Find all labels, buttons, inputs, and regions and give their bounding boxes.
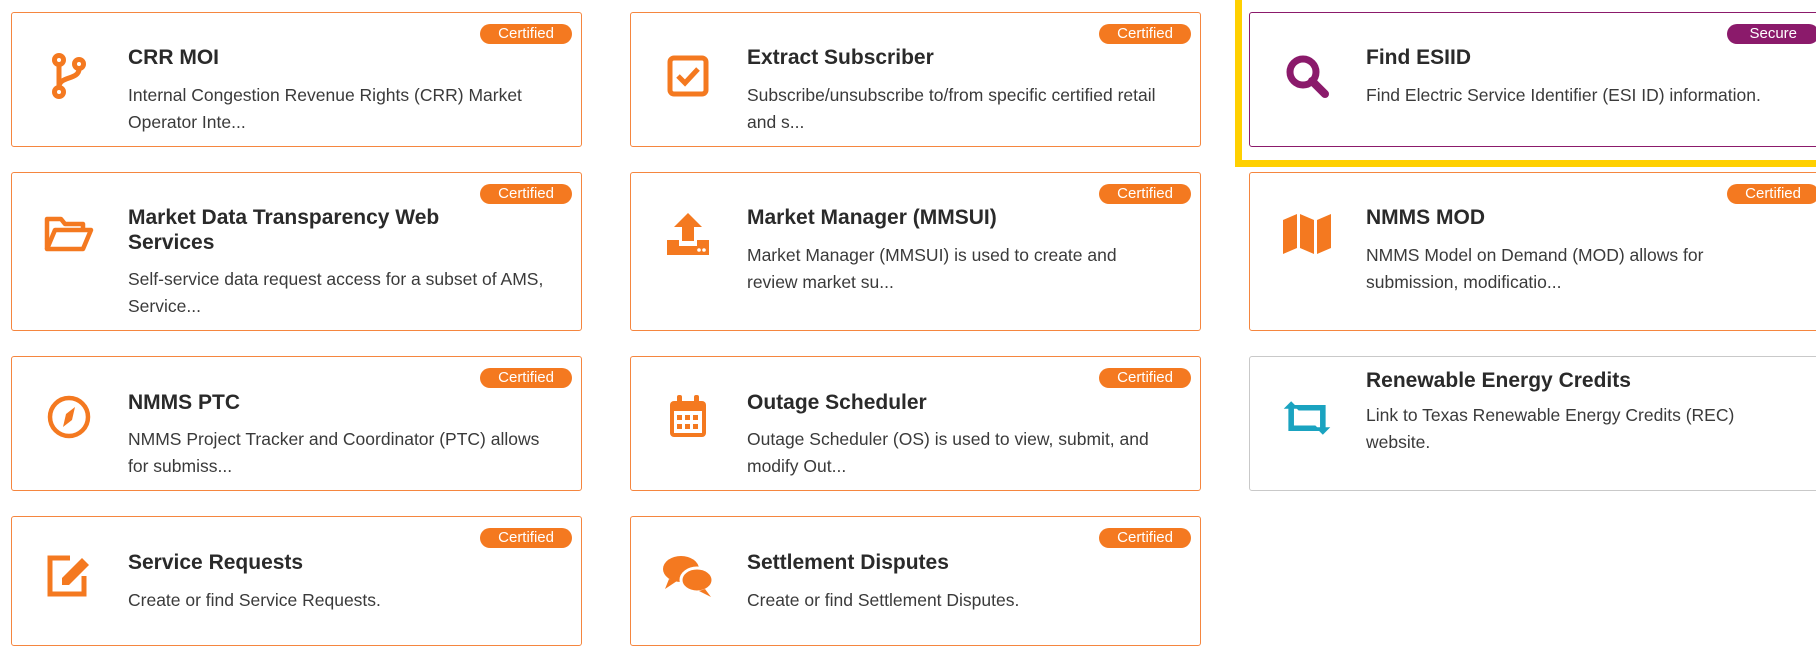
compass-icon <box>42 390 96 444</box>
comments-icon <box>661 549 715 603</box>
card-nmms-ptc[interactable]: Certified NMMS PTC NMMS Project Tracker … <box>11 356 582 491</box>
certified-badge: Certified <box>1099 368 1191 388</box>
card-settlement-disputes[interactable]: Certified Settlement Disputes Create or … <box>630 516 1201 646</box>
card-service-requests[interactable]: Certified Service Requests Create or fin… <box>11 516 582 646</box>
card-description: Outage Scheduler (OS) is used to view, s… <box>747 429 1149 476</box>
card-market-data-transparency[interactable]: Certified Market Data Transparency Web S… <box>11 172 582 331</box>
card-description: Market Manager (MMSUI) is used to create… <box>747 245 1117 292</box>
checkbox-icon <box>661 49 715 103</box>
certified-badge: Certified <box>480 24 572 44</box>
card-title: CRR MOI <box>128 46 219 69</box>
certified-badge: Certified <box>1099 184 1191 204</box>
card-description: Create or find Service Requests. <box>128 590 381 610</box>
card-title: NMMS MOD <box>1366 206 1485 229</box>
card-description: Link to Texas Renewable Energy Credits (… <box>1366 405 1735 452</box>
card-extract-subscriber[interactable]: Certified Extract Subscriber Subscribe/u… <box>630 12 1201 147</box>
certified-badge: Certified <box>1727 184 1816 204</box>
certified-badge: Certified <box>480 368 572 388</box>
card-description: Find Electric Service Identifier (ESI ID… <box>1366 85 1761 105</box>
certified-badge: Certified <box>480 184 572 204</box>
certified-badge: Certified <box>1099 24 1191 44</box>
card-title: Outage Scheduler <box>747 391 927 414</box>
card-title: Service Requests <box>128 551 304 574</box>
card-outage-scheduler[interactable]: Certified Outage Scheduler Outage Schedu… <box>630 356 1201 491</box>
map-icon <box>1280 207 1334 261</box>
card-title: Market Manager (MMSUI) <box>747 206 997 229</box>
secure-badge: Secure <box>1727 24 1816 44</box>
card-description: Self-service data request access for a s… <box>128 269 544 316</box>
card-market-manager[interactable]: Certified Market Manager (MMSUI) Market … <box>630 172 1201 331</box>
card-description: Subscribe/unsubscribe to/from specific c… <box>747 85 1156 132</box>
card-description: NMMS Project Tracker and Coordinator (PT… <box>128 429 540 476</box>
card-nmms-mod[interactable]: Certified NMMS MOD NMMS Model on Demand … <box>1249 172 1816 331</box>
card-title: Market Data Transparency Web Services <box>128 206 440 254</box>
card-description: NMMS Model on Demand (MOD) allows for su… <box>1366 245 1704 292</box>
edit-icon <box>42 549 96 603</box>
card-title: Renewable Energy Credits <box>1366 369 1631 392</box>
card-title: Find ESIID <box>1366 46 1471 69</box>
upload-icon <box>661 207 715 261</box>
card-description: Internal Congestion Revenue Rights (CRR)… <box>128 85 522 132</box>
card-title: NMMS PTC <box>128 391 240 414</box>
branch-icon <box>42 49 96 103</box>
certified-badge: Certified <box>1099 528 1191 548</box>
card-renewable-energy-credits[interactable]: Renewable Energy Credits Link to Texas R… <box>1249 356 1816 491</box>
search-icon <box>1280 49 1334 103</box>
retweet-icon <box>1280 391 1334 445</box>
card-title: Settlement Disputes <box>747 551 949 574</box>
card-find-esiid[interactable]: Secure Find ESIID Find Electric Service … <box>1249 12 1816 147</box>
folder-open-icon <box>42 207 96 261</box>
card-title: Extract Subscriber <box>747 46 934 69</box>
card-description: Create or find Settlement Disputes. <box>747 590 1020 610</box>
card-crr-moi[interactable]: Certified CRR MOI Internal Congestion Re… <box>11 12 582 147</box>
calendar-icon <box>661 390 715 444</box>
certified-badge: Certified <box>480 528 572 548</box>
